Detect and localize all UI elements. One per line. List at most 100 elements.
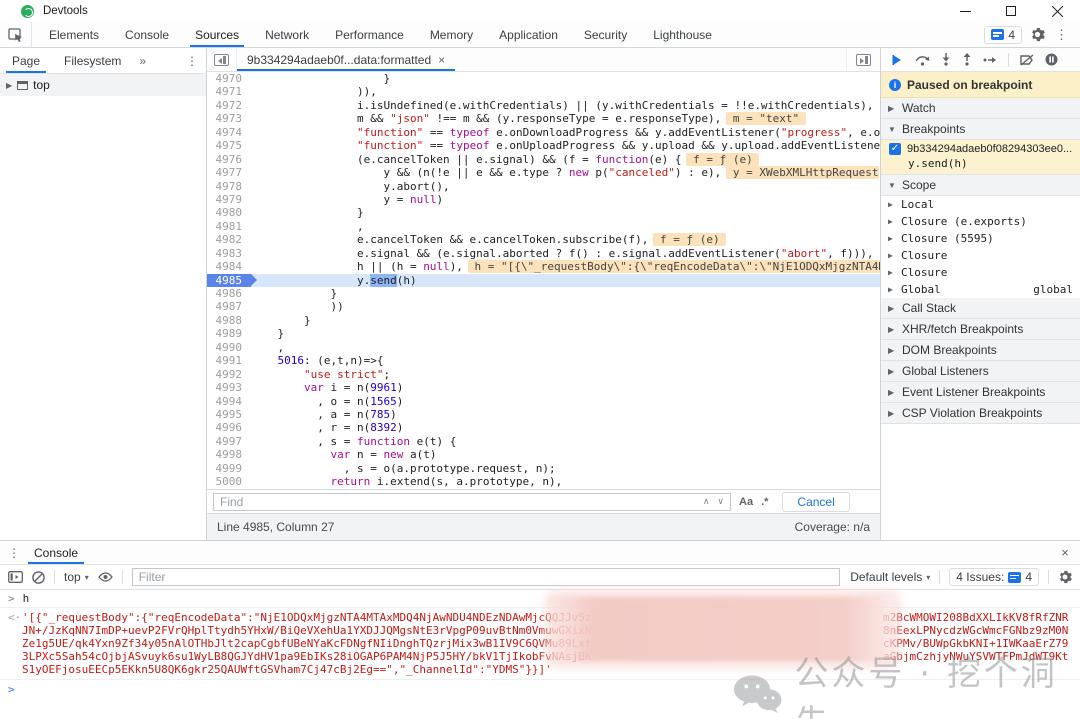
line-number[interactable]: 4986 — [207, 287, 251, 301]
show-debugger-button[interactable] — [846, 48, 880, 71]
section-event-listener-breakpoints[interactable]: ▶ Event Listener Breakpoints — [881, 382, 1080, 403]
line-number[interactable]: 4987 — [207, 300, 251, 314]
line-number[interactable]: 4975 — [207, 139, 251, 153]
maximize-button[interactable] — [988, 0, 1034, 22]
issues-badge[interactable]: 4 — [984, 25, 1022, 44]
tab-elements[interactable]: Elements — [36, 22, 112, 47]
more-options-button[interactable]: ⋮ — [1053, 27, 1070, 43]
line-number[interactable]: 4999 — [207, 461, 251, 476]
navigator-tab-filesystem[interactable]: Filesystem — [52, 48, 133, 73]
navigator-tab-page[interactable]: Page — [0, 48, 52, 73]
execution-line-number[interactable]: 4985 — [207, 273, 257, 287]
step-button[interactable] — [983, 55, 997, 65]
line-number[interactable]: 4974 — [207, 125, 251, 140]
settings-button[interactable] — [1030, 27, 1045, 42]
tab-sources[interactable]: Sources — [182, 22, 252, 47]
step-over-button[interactable] — [915, 54, 930, 66]
line-number[interactable]: 4980 — [207, 206, 251, 220]
line-number[interactable]: 4973 — [207, 112, 251, 126]
tab-memory[interactable]: Memory — [417, 22, 486, 47]
scope-item-closure-e-exports-[interactable]: ▶ Closure (e.exports) — [881, 213, 1080, 230]
line-number[interactable]: 4977 — [207, 166, 251, 180]
resume-button[interactable] — [891, 54, 904, 66]
more-tabs-button[interactable]: » — [133, 48, 152, 73]
find-input[interactable]: Find ∧ ∨ — [213, 492, 731, 511]
line-number[interactable]: 4971 — [207, 85, 251, 99]
scope-item-closure[interactable]: ▶ Closure — [881, 264, 1080, 281]
line-number[interactable]: 4993 — [207, 381, 251, 395]
line-number[interactable]: 4990 — [207, 340, 251, 355]
section-breakpoints[interactable]: ▼ Breakpoints — [881, 119, 1080, 140]
line-number[interactable]: 4997 — [207, 434, 251, 449]
line-number[interactable]: 4970 — [207, 72, 251, 86]
match-case-button[interactable]: Aa — [739, 496, 753, 508]
clear-console-button[interactable] — [32, 570, 45, 584]
line-number[interactable]: 4992 — [207, 367, 251, 382]
section-dom-breakpoints[interactable]: ▶ DOM Breakpoints — [881, 340, 1080, 361]
tab-network[interactable]: Network — [252, 22, 322, 47]
section-csp-violation-breakpoints[interactable]: ▶ CSP Violation Breakpoints — [881, 403, 1080, 424]
step-out-button[interactable] — [962, 53, 972, 66]
line-number[interactable]: 4994 — [207, 394, 251, 408]
find-next-icon[interactable]: ∨ — [717, 496, 724, 507]
tab-application[interactable]: Application — [486, 22, 571, 47]
line-number[interactable]: 4976 — [207, 152, 251, 167]
console-issues-badge[interactable]: 4 Issues: 4 — [949, 568, 1039, 586]
line-number[interactable]: 4981 — [207, 219, 251, 234]
hide-navigator-button[interactable] — [207, 48, 237, 71]
close-tab-icon[interactable]: × — [438, 53, 445, 67]
expand-arrow-icon[interactable]: ▶ — [6, 81, 12, 90]
line-number[interactable]: 4983 — [207, 246, 251, 261]
line-number[interactable]: 5000 — [207, 475, 251, 489]
tab-security[interactable]: Security — [571, 22, 640, 47]
regex-button[interactable]: .* — [761, 496, 768, 508]
expand-arrow-icon[interactable]: ▶ — [888, 251, 896, 260]
source-code-view[interactable]: 4970 } 4971 )), 4972 i.isUndefined(e.withC… — [207, 72, 880, 489]
console-settings-button[interactable] — [1058, 570, 1072, 584]
step-into-button[interactable] — [941, 53, 951, 66]
line-number[interactable]: 4972 — [207, 98, 251, 113]
line-number[interactable]: 4979 — [207, 192, 251, 207]
scope-item-closure-5595-[interactable]: ▶ Closure (5595) — [881, 230, 1080, 247]
find-previous-icon[interactable]: ∧ — [703, 496, 710, 507]
scope-item-global[interactable]: ▶ Global global — [881, 281, 1080, 298]
expand-arrow-icon[interactable]: ▶ — [888, 268, 896, 277]
scope-item-local[interactable]: ▶ Local — [881, 196, 1080, 213]
breakpoint-checkbox[interactable]: ✓ — [889, 143, 901, 155]
console-tab[interactable]: Console — [28, 541, 85, 564]
expand-arrow-icon[interactable]: ▶ — [888, 200, 896, 209]
line-number[interactable]: 4998 — [207, 448, 251, 462]
line-number[interactable]: 4988 — [207, 313, 251, 328]
section-scope[interactable]: ▼ Scope — [881, 175, 1080, 196]
line-number[interactable]: 4995 — [207, 407, 251, 422]
console-filter-input[interactable]: Filter — [131, 568, 840, 586]
line-number[interactable]: 4984 — [207, 260, 251, 274]
minimize-button[interactable] — [942, 0, 988, 22]
expand-arrow-icon[interactable]: ▶ — [888, 217, 896, 226]
expand-arrow-icon[interactable]: ▶ — [888, 234, 896, 243]
breakpoint-entry[interactable]: ✓ 9b334294adaeb0f08294303ee0... y.send(h) — [881, 140, 1080, 175]
line-number[interactable]: 4991 — [207, 354, 251, 368]
live-expression-button[interactable] — [97, 572, 113, 582]
deactivate-breakpoints-button[interactable] — [1020, 53, 1034, 66]
tab-console[interactable]: Console — [112, 22, 182, 47]
close-drawer-button[interactable]: × — [1050, 541, 1080, 564]
tab-lighthouse[interactable]: Lighthouse — [640, 22, 725, 47]
frame-tree-item-top[interactable]: ▶ top — [0, 74, 206, 96]
line-number[interactable]: 4989 — [207, 327, 251, 341]
cancel-button[interactable]: Cancel — [782, 491, 850, 512]
inspect-element-button[interactable] — [0, 22, 32, 47]
section-global-listeners[interactable]: ▶ Global Listeners — [881, 361, 1080, 382]
log-level-selector[interactable]: Default levels ▾ — [850, 570, 930, 584]
drawer-menu-button[interactable]: ⋮ — [0, 541, 28, 564]
section-xhr-fetch-breakpoints[interactable]: ▶ XHR/fetch Breakpoints — [881, 319, 1080, 340]
tab-performance[interactable]: Performance — [322, 22, 417, 47]
expand-arrow-icon[interactable]: ▶ — [888, 285, 896, 294]
line-number[interactable]: 4982 — [207, 233, 251, 247]
file-tab[interactable]: 9b334294adaeb0f...data:formatted × — [237, 48, 456, 71]
section-call-stack[interactable]: ▶ Call Stack — [881, 298, 1080, 319]
line-number[interactable]: 4996 — [207, 421, 251, 435]
scope-item-closure[interactable]: ▶ Closure — [881, 247, 1080, 264]
pause-on-exceptions-button[interactable] — [1045, 53, 1058, 66]
close-button[interactable] — [1034, 0, 1080, 22]
